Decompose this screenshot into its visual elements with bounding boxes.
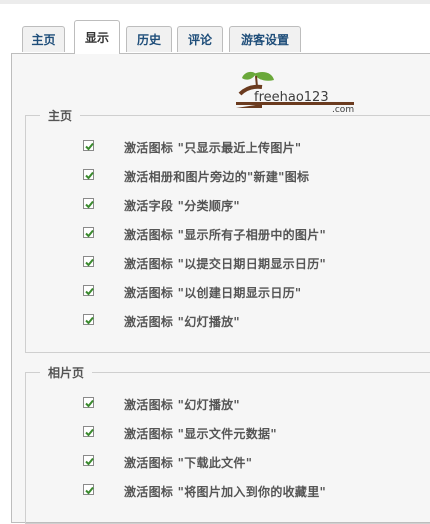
option-row: 激活相册和图片旁边的"新建"图标 (25, 168, 405, 186)
section-photo-page-title: 相片页 (48, 366, 85, 380)
tab-guest-settings[interactable]: 游客设置 (229, 26, 301, 52)
option-checkbox[interactable] (83, 256, 94, 267)
option-row: 激活图标 "幻灯播放" (25, 313, 405, 331)
option-checkbox[interactable] (83, 285, 94, 296)
option-label: 激活字段 "分类顺序" (124, 199, 240, 213)
checkmark-icon (85, 316, 94, 325)
checkmark-icon (85, 287, 94, 296)
option-checkbox[interactable] (83, 426, 94, 437)
tab-guest-settings-label: 游客设置 (240, 33, 289, 47)
option-label: 激活图标 "将图片加入到你的收藏里" (124, 485, 327, 499)
option-label: 激活图标 "以提交日期日期显示日历" (124, 257, 327, 271)
option-checkbox[interactable] (83, 198, 94, 209)
option-row: 激活图标 "下载此文件" (25, 454, 405, 472)
option-row: 激活图标 "将图片加入到你的收藏里" (25, 483, 405, 501)
checkmark-icon (85, 142, 94, 151)
section-home-title: 主页 (48, 109, 73, 123)
option-label: 激活图标 "只显示最近上传图片" (124, 141, 302, 155)
checkmark-icon (85, 399, 94, 408)
option-row: 激活图标 "以提交日期日期显示日历" (25, 255, 405, 273)
top-border (0, 0, 430, 4)
option-row: 激活图标 "显示所有子相册中的图片" (25, 226, 405, 244)
option-label: 激活图标 "幻灯播放" (124, 398, 240, 412)
checkmark-icon (85, 428, 94, 437)
option-row: 激活图标 "只显示最近上传图片" (25, 139, 405, 157)
tab-display-label: 显示 (84, 31, 109, 45)
option-row: 激活图标 "以创建日期显示日历" (25, 284, 405, 302)
checkmark-icon (85, 200, 94, 209)
option-checkbox[interactable] (83, 314, 94, 325)
checkmark-icon (85, 457, 94, 466)
checkmark-icon (85, 486, 94, 495)
option-checkbox[interactable] (83, 140, 94, 151)
checkmark-icon (85, 258, 94, 267)
checkmark-icon (85, 171, 94, 180)
tab-home-label: 主页 (31, 33, 56, 47)
checkmark-icon (85, 229, 94, 238)
option-checkbox[interactable] (83, 455, 94, 466)
option-label: 激活相册和图片旁边的"新建"图标 (124, 170, 310, 184)
tab-home[interactable]: 主页 (22, 26, 65, 52)
tab-history[interactable]: 历史 (126, 26, 172, 52)
option-label: 激活图标 "以创建日期显示日历" (124, 286, 302, 300)
option-checkbox[interactable] (83, 397, 94, 408)
tab-display[interactable]: 显示 (74, 20, 120, 54)
tab-history-label: 历史 (136, 33, 161, 47)
option-label: 激活图标 "下载此文件" (124, 456, 253, 470)
tab-comments[interactable]: 评论 (177, 26, 223, 52)
option-checkbox[interactable] (83, 227, 94, 238)
tab-comments-label: 评论 (187, 33, 212, 47)
option-row: 激活字段 "分类顺序" (25, 197, 405, 215)
option-checkbox[interactable] (83, 484, 94, 495)
option-label: 激活图标 "显示所有子相册中的图片" (124, 228, 327, 242)
option-label: 激活图标 "显示文件元数据" (124, 427, 277, 441)
option-row: 激活图标 "显示文件元数据" (25, 425, 405, 443)
logo-text: freehao123 (254, 90, 329, 105)
option-checkbox[interactable] (83, 169, 94, 180)
option-label: 激活图标 "幻灯播放" (124, 315, 240, 329)
option-row: 激活图标 "幻灯播放" (25, 396, 405, 414)
